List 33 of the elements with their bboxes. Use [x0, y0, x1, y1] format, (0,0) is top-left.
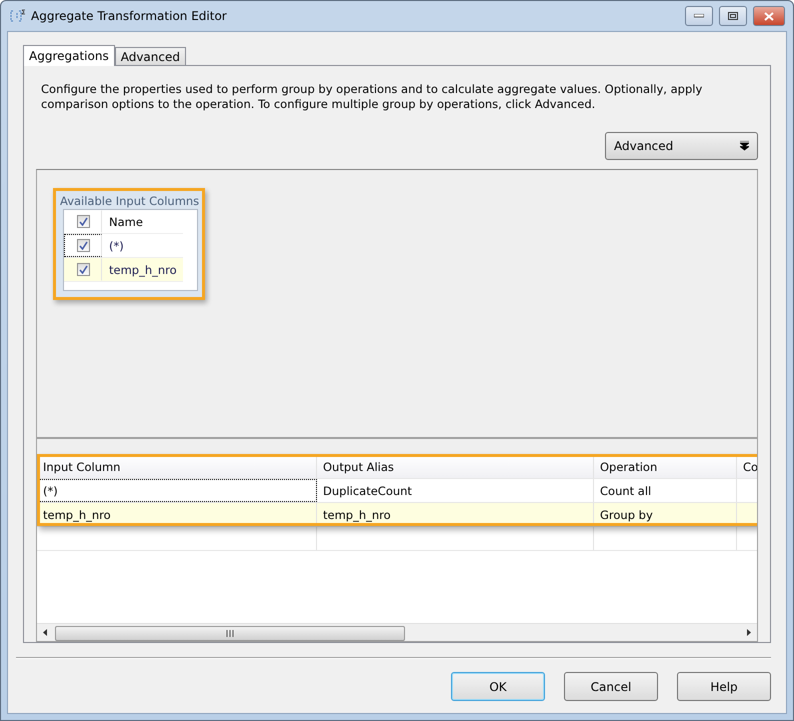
double-caret-icon — [740, 141, 749, 151]
close-icon — [764, 12, 774, 20]
description-text: Configure the properties used to perform group by operations and to calculate aggregate values. Optionally, apply comparison options to the operation. To configure multiple group by operations, click Advanced. — [41, 82, 704, 112]
aggregate-icon — [9, 9, 25, 23]
table-cell[interactable]: Group by — [594, 503, 737, 526]
dialog-button[interactable]: Help — [677, 672, 771, 701]
tab[interactable]: Aggregations — [23, 45, 115, 66]
minimize-button[interactable] — [685, 6, 713, 26]
scrollbar-thumb[interactable] — [55, 626, 405, 641]
maximize-icon — [728, 12, 738, 20]
table-cell[interactable]: (*) — [37, 479, 317, 502]
minimize-icon — [694, 14, 704, 18]
column-header[interactable]: Operation — [594, 455, 737, 478]
advanced-button[interactable]: Advanced — [605, 132, 758, 160]
table-cell[interactable]: temp_h_nro — [37, 503, 317, 526]
column-row[interactable]: (*) — [64, 234, 183, 258]
window-title: Aggregate Transformation Editor — [31, 9, 228, 23]
column-header[interactable]: Output Alias — [317, 455, 594, 478]
maximize-button[interactable] — [719, 6, 747, 26]
table-cell[interactable]: temp_h_nro — [317, 503, 594, 526]
tab[interactable]: Advanced — [114, 47, 186, 65]
table-cell[interactable]: DuplicateCount — [317, 479, 594, 502]
panel-title: Available Input Columns — [59, 193, 200, 209]
checkbox[interactable] — [76, 215, 90, 228]
close-button[interactable] — [753, 6, 785, 26]
checkbox[interactable] — [76, 263, 90, 276]
checkbox[interactable] — [76, 239, 90, 252]
column-header: Name — [108, 214, 143, 228]
table-cell[interactable]: Count all — [594, 479, 737, 502]
dialog-button[interactable]: OK — [451, 672, 545, 701]
dialog-button[interactable]: Cancel — [564, 672, 658, 701]
column-header[interactable]: Input Column — [37, 455, 317, 478]
column-row[interactable]: temp_h_nro — [64, 258, 183, 282]
